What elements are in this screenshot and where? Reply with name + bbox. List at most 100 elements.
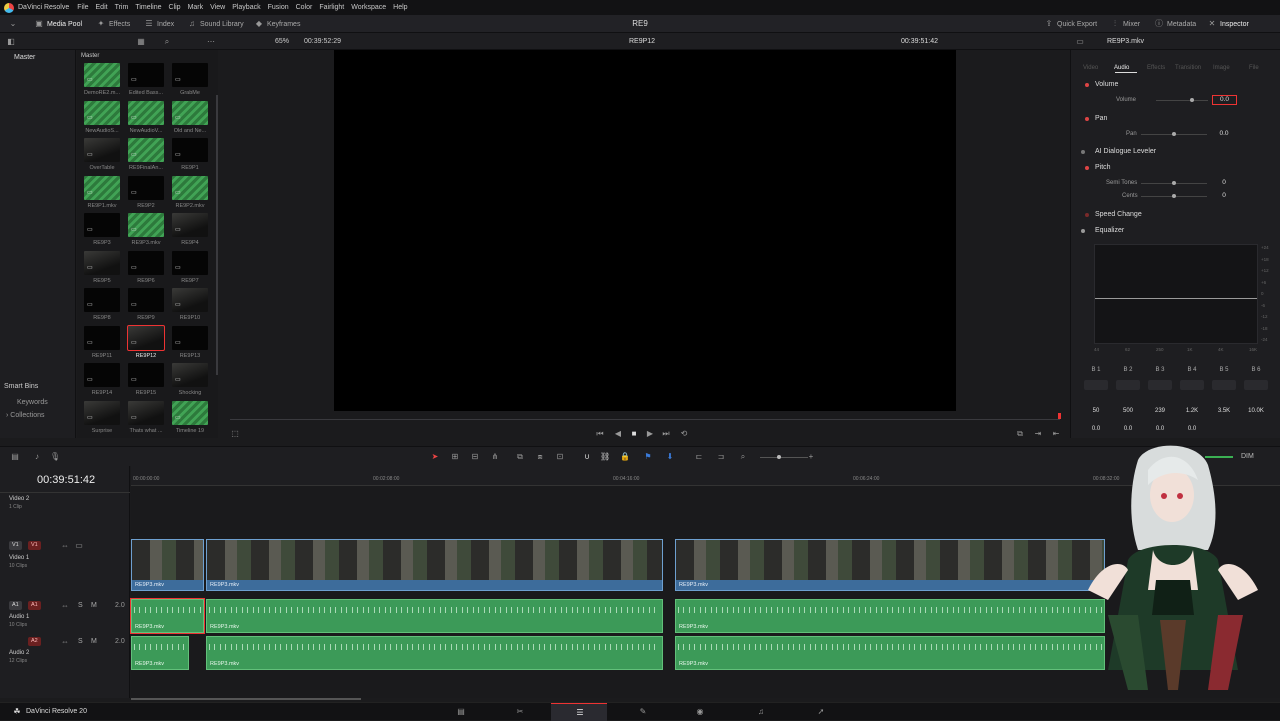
track-a1-source-badge[interactable]: A1 <box>9 601 22 610</box>
video-clip[interactable]: RE9P3.mkv <box>131 539 204 591</box>
match-frame-icon[interactable]: ⧉ <box>1015 429 1025 439</box>
selection-tool-icon[interactable]: ➤ <box>430 452 440 462</box>
track-v1-dest-badge[interactable]: V1 <box>28 541 41 550</box>
eq-band-shape-dropdown[interactable] <box>1244 380 1268 390</box>
marker-icon[interactable]: ⬇ <box>665 452 675 462</box>
eq-band-shape-dropdown[interactable] <box>1180 380 1204 390</box>
track-a1-lock-icon[interactable]: ⇔ <box>60 601 70 611</box>
deliver-page-icon[interactable]: ➚ <box>816 707 826 717</box>
menu-color[interactable]: Color <box>296 4 313 11</box>
sidebar-toggle-icon[interactable]: ◧ <box>6 37 16 47</box>
eq-band-gain[interactable]: 0.0 <box>1084 426 1108 432</box>
timeline-scrollbar[interactable] <box>131 698 361 700</box>
zoom-fit-icon[interactable]: ⊏ <box>694 452 704 462</box>
menu-workspace[interactable]: Workspace <box>351 4 386 11</box>
viewer-zoom[interactable]: 65% <box>275 38 289 45</box>
cents-value[interactable]: 0 <box>1213 192 1235 199</box>
cents-knob[interactable] <box>1172 194 1176 198</box>
loop-icon[interactable]: ⟲ <box>679 429 689 439</box>
layout-icon[interactable]: ▤ <box>10 452 20 462</box>
inspector-tab-image[interactable]: Image <box>1213 65 1230 71</box>
volume-enable-dot[interactable] <box>1085 83 1089 87</box>
stop-icon[interactable]: ■ <box>629 429 639 439</box>
volume-value[interactable]: 0.0 <box>1212 95 1237 105</box>
semi-tones-knob[interactable] <box>1172 181 1176 185</box>
mic-icon[interactable]: 🎙 <box>50 452 60 462</box>
track-a2-solo[interactable]: S <box>78 638 83 645</box>
pan-enable-dot[interactable] <box>1085 117 1089 121</box>
eq-band-frequency[interactable]: 3.5K <box>1212 408 1236 414</box>
play-reverse-icon[interactable]: ◀ <box>613 429 623 439</box>
media-pool-button[interactable]: ▣ Media Pool <box>34 18 82 30</box>
eq-band-label[interactable]: B 3 <box>1148 367 1172 373</box>
track-v1-source-badge[interactable]: V1 <box>9 541 22 550</box>
equalizer-dot[interactable] <box>1081 229 1085 233</box>
clip-thumbnail[interactable]: ▭ <box>84 363 120 387</box>
zoom-slider[interactable] <box>760 457 808 458</box>
fusion-page-icon[interactable]: ✎ <box>638 707 648 717</box>
clip-thumbnail[interactable]: ▭ <box>128 400 164 425</box>
speed-change-dot[interactable] <box>1085 213 1089 217</box>
clip-thumbnail[interactable]: ▭ <box>172 400 208 425</box>
prev-edit-icon[interactable]: ⇤ <box>1051 429 1061 439</box>
zoom-icon[interactable]: ⌕ <box>738 452 748 462</box>
menu-file[interactable]: File <box>77 4 88 11</box>
sound-library-button[interactable]: ♫ Sound Library <box>187 18 244 30</box>
clip-thumbnail[interactable]: ▭ <box>84 288 120 312</box>
clip-thumbnail[interactable]: ▭ <box>84 213 120 237</box>
audio-clip[interactable]: RE9P3.mkv <box>130 598 205 634</box>
play-icon[interactable]: ▶ <box>645 429 655 439</box>
clip-thumbnail[interactable]: ▭ <box>128 363 164 387</box>
quick-export-button[interactable]: ⇪ Quick Export <box>1044 18 1097 30</box>
eq-graph[interactable] <box>1094 244 1258 344</box>
snapping-icon[interactable]: ∪ <box>582 452 592 462</box>
more-options-icon[interactable]: ⋯ <box>206 37 216 47</box>
go-to-end-icon[interactable]: ⏭ <box>661 429 671 439</box>
audio-clip[interactable]: RE9P3.mkv <box>206 636 663 670</box>
semi-tones-value[interactable]: 0 <box>1213 179 1235 186</box>
clip-thumbnail[interactable]: ▭ <box>172 325 208 350</box>
eq-band-label[interactable]: B 2 <box>1116 367 1140 373</box>
replace-clip-icon[interactable]: ⊡ <box>555 452 565 462</box>
playhead-marker[interactable] <box>1058 413 1061 419</box>
eq-band-shape-dropdown[interactable] <box>1212 380 1236 390</box>
clip-thumbnail[interactable]: ▭ <box>84 400 120 425</box>
eq-band-gain[interactable]: 0.0 <box>1180 426 1204 432</box>
clip-thumbnail[interactable]: ▭ <box>84 138 120 162</box>
trim-tool-icon[interactable]: ⊞ <box>450 452 460 462</box>
menu-help[interactable]: Help <box>393 4 407 11</box>
flag-icon[interactable]: ⚑ <box>643 452 653 462</box>
menu-view[interactable]: View <box>210 4 225 11</box>
clip-thumbnail[interactable]: ▭ <box>84 175 120 200</box>
volume-slider[interactable] <box>1156 100 1208 101</box>
next-edit-icon[interactable]: ⇥ <box>1033 429 1043 439</box>
volume-slider-knob[interactable] <box>1190 98 1194 102</box>
lock-icon[interactable]: 🔒 <box>620 452 630 462</box>
clip-thumbnail[interactable]: ▭ <box>172 288 208 312</box>
eq-band-shape-dropdown[interactable] <box>1116 380 1140 390</box>
clip-thumbnail[interactable]: ▭ <box>172 175 208 200</box>
clip-thumbnail[interactable]: ▭ <box>128 288 164 312</box>
blade-tool-icon[interactable]: ⋔ <box>490 452 500 462</box>
menu-mark[interactable]: Mark <box>188 4 204 11</box>
eq-band-label[interactable]: B 1 <box>1084 367 1108 373</box>
cut-page-icon[interactable]: ✂ <box>515 707 525 717</box>
keyframes-button[interactable]: ◆ Keyframes <box>254 18 301 30</box>
pan-value[interactable]: 0.0 <box>1213 130 1235 137</box>
bin-master[interactable]: Master <box>14 54 35 61</box>
track-a2-dest-badge[interactable]: A2 <box>28 637 41 646</box>
media-page-icon[interactable]: ▤ <box>456 707 466 717</box>
clip-thumbnail[interactable]: ▭ <box>128 138 164 162</box>
inspector-tab-transition[interactable]: Transition <box>1175 65 1201 71</box>
menu-timeline[interactable]: Timeline <box>135 4 161 11</box>
track-v1-visibility-icon[interactable]: ▭ <box>74 541 84 551</box>
mixer-button[interactable]: ⫶ Mixer <box>1110 18 1140 30</box>
timeline-name-dropdown[interactable]: RE9P12 <box>629 38 655 45</box>
collections-toggle[interactable]: › Collections <box>6 412 45 419</box>
eq-band-gain[interactable]: 0.0 <box>1116 426 1140 432</box>
timeline-viewer[interactable] <box>334 50 956 411</box>
pan-slider-knob[interactable] <box>1172 132 1176 136</box>
eq-band-label[interactable]: B 5 <box>1212 367 1236 373</box>
clip-thumbnail[interactable]: ▭ <box>84 100 120 125</box>
clip-thumbnail[interactable]: ▭ <box>172 250 208 275</box>
